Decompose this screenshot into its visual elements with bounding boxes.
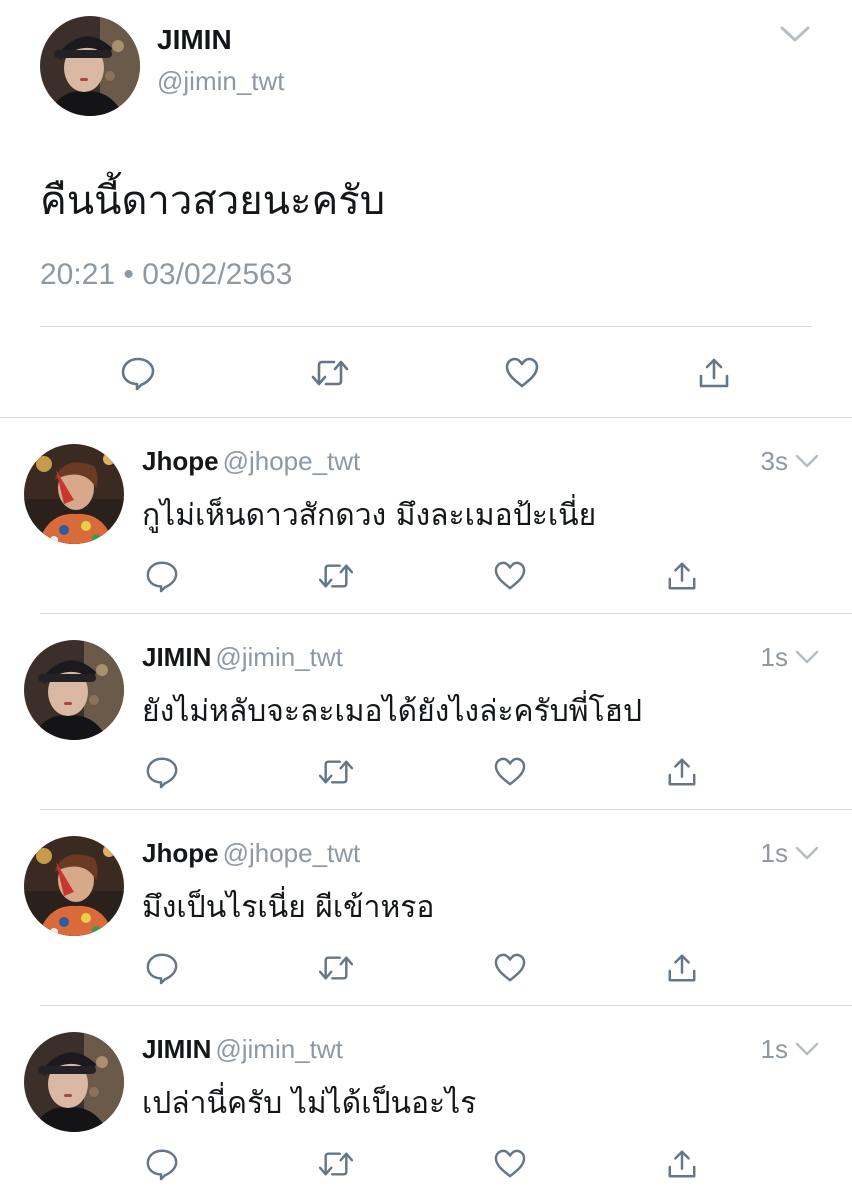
like-icon[interactable] (502, 350, 542, 396)
reply-text: เปล่านี่ครับ ไม่ได้เป็นอะไร (142, 1086, 477, 1121)
reply-actions (0, 556, 852, 596)
like-icon[interactable] (490, 1144, 530, 1184)
main-author-handle[interactable]: @jimin_twt (157, 66, 285, 97)
main-tweet-text: คืนนี้ดาวสวยนะครับ (40, 178, 386, 224)
share-icon[interactable] (662, 556, 702, 596)
share-icon[interactable] (694, 350, 734, 396)
reply-tweet[interactable]: Jhope @jhope_twt 1s มึงเป็นไรเนี่ย ผีเข้าหร… (0, 810, 852, 1006)
reply-time: 1s (760, 1034, 788, 1064)
reply-icon[interactable] (142, 1144, 182, 1184)
chevron-down-icon[interactable] (794, 648, 820, 666)
like-icon[interactable] (490, 752, 530, 792)
main-tweet-timestamp: 20:21 • 03/02/2563 (40, 258, 293, 291)
divider (40, 326, 812, 327)
jimin-avatar[interactable] (40, 16, 140, 116)
retweet-icon[interactable] (316, 948, 356, 988)
jimin-avatar[interactable] (24, 640, 124, 740)
share-icon[interactable] (662, 752, 702, 792)
reply-header: JIMIN @jimin_twt (142, 642, 343, 673)
like-icon[interactable] (490, 948, 530, 988)
chevron-down-icon[interactable] (778, 22, 812, 46)
reply-author-name[interactable]: JIMIN (142, 1034, 211, 1064)
reply-author-name[interactable]: JIMIN (142, 642, 211, 672)
main-tweet-actions (0, 350, 852, 396)
retweet-icon[interactable] (316, 556, 356, 596)
reply-tweet[interactable]: JIMIN @jimin_twt 1s ยังไม่หลับจะละเมอได้ยัง… (0, 614, 852, 810)
reply-actions (0, 948, 852, 988)
chevron-down-icon[interactable] (794, 1040, 820, 1058)
reply-author-name[interactable]: Jhope (142, 838, 219, 868)
reply-text: ยังไม่หลับจะละเมอได้ยังไงล่ะครับพี่โฮป (142, 694, 643, 729)
share-icon[interactable] (662, 948, 702, 988)
reply-author-handle[interactable]: @jimin_twt (215, 642, 343, 672)
reply-header: Jhope @jhope_twt (142, 446, 360, 477)
reply-author-name[interactable]: Jhope (142, 446, 219, 476)
retweet-icon[interactable] (310, 350, 350, 396)
reply-time: 3s (760, 446, 788, 476)
reply-actions (0, 1144, 852, 1184)
reply-header: Jhope @jhope_twt (142, 838, 360, 869)
main-author-name[interactable]: JIMIN (157, 24, 232, 56)
share-icon[interactable] (662, 1144, 702, 1184)
jimin-avatar[interactable] (24, 1032, 124, 1132)
reply-icon[interactable] (142, 752, 182, 792)
reply-tweet[interactable]: JIMIN @jimin_twt 1s เปล่านี่ครับ ไม่ได้เป็น… (0, 1006, 852, 1200)
reply-text: มึงเป็นไรเนี่ย ผีเข้าหรอ (142, 890, 435, 925)
jhope-avatar[interactable] (24, 836, 124, 936)
reply-header: JIMIN @jimin_twt (142, 1034, 343, 1065)
like-icon[interactable] (490, 556, 530, 596)
reply-actions (0, 752, 852, 792)
reply-author-handle[interactable]: @jhope_twt (223, 838, 361, 868)
reply-icon[interactable] (142, 556, 182, 596)
chevron-down-icon[interactable] (794, 452, 820, 470)
reply-author-handle[interactable]: @jimin_twt (215, 1034, 343, 1064)
reply-time: 1s (760, 838, 788, 868)
main-tweet: JIMIN @jimin_twt คืนนี้ดาวสวยนะครับ 20:2… (0, 0, 852, 418)
reply-author-handle[interactable]: @jhope_twt (223, 446, 361, 476)
reply-text: กูไม่เห็นดาวสักดวง มึงละเมอป้ะเนี่ย (142, 498, 597, 533)
chevron-down-icon[interactable] (794, 844, 820, 862)
reply-time: 1s (760, 642, 788, 672)
retweet-icon[interactable] (316, 752, 356, 792)
retweet-icon[interactable] (316, 1144, 356, 1184)
reply-icon[interactable] (118, 350, 158, 396)
reply-icon[interactable] (142, 948, 182, 988)
reply-tweet[interactable]: Jhope @jhope_twt 3s กูไม่เห็นดาวสักดวง มึงล… (0, 418, 852, 614)
jhope-avatar[interactable] (24, 444, 124, 544)
